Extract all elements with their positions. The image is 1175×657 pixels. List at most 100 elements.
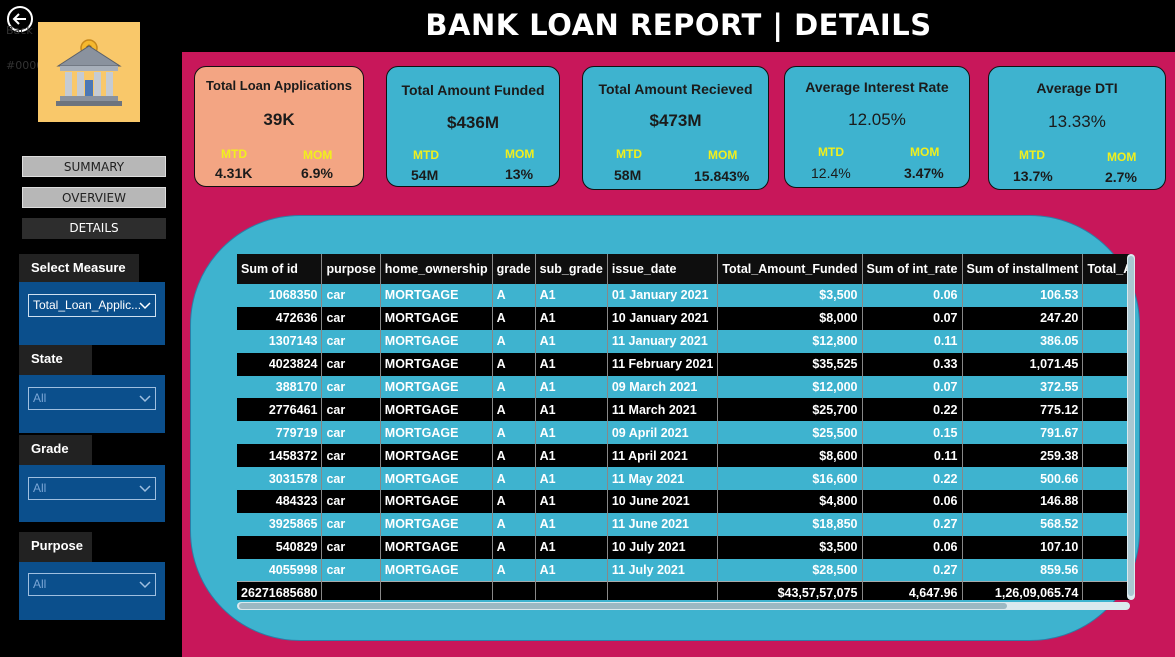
vertical-scrollbar[interactable] (1127, 254, 1135, 600)
table-cell: 791.67 (962, 421, 1084, 445)
table-cell: 0.11 (862, 329, 963, 353)
table-cell: car (321, 558, 381, 582)
measure-select[interactable]: Total_Loan_Applic... (28, 294, 156, 317)
table-cell (1082, 535, 1130, 559)
table-row[interactable]: 4023824 car MORTGAGE A A1 11 February 2021 $35… (237, 352, 1130, 376)
purpose-select[interactable]: All (28, 573, 156, 596)
page-title: BANK LOAN REPORT | DETAILS (425, 8, 932, 42)
kpi-mom-value: 13% (505, 166, 534, 182)
table-cell: 10 June 2021 (607, 490, 719, 513)
table-cell: MORTGAGE (380, 467, 493, 491)
table-cell: A (492, 535, 536, 559)
table-cell: A1 (535, 284, 608, 307)
table-cell: 568.52 (962, 512, 1084, 536)
column-header[interactable]: home_ownership (380, 254, 493, 284)
table-cell: car (321, 352, 381, 376)
kpi-mtd-value: 58M (614, 167, 642, 183)
table-cell: 106.53 (962, 284, 1084, 307)
table-row[interactable]: 3925865 car MORTGAGE A A1 11 June 2021 $18,850… (237, 512, 1130, 536)
table-cell: MORTGAGE (380, 284, 493, 307)
table-cell: 859.56 (962, 558, 1084, 582)
table-cell: 0.27 (862, 512, 963, 536)
table-cell: 11 May 2021 (607, 467, 719, 491)
kpi-mtd-value: 54M (411, 167, 439, 183)
table-cell (1082, 421, 1130, 445)
table-cell: 11 January 2021 (607, 329, 719, 353)
table-cell: $25,500 (717, 421, 863, 445)
table-cell (1082, 329, 1130, 353)
table-row[interactable]: 540829 car MORTGAGE A A1 10 July 2021 $3,500 0.… (237, 535, 1130, 559)
table-row[interactable]: 472636 car MORTGAGE A A1 10 January 2021 $8,00… (237, 306, 1130, 330)
column-header[interactable]: Total_A (1082, 254, 1130, 284)
table-row[interactable]: 2776461 car MORTGAGE A A1 11 March 2021 $25,70… (237, 398, 1130, 422)
table-cell (1082, 512, 1130, 536)
table-cell: 107.10 (962, 535, 1084, 559)
table-cell: MORTGAGE (380, 444, 493, 468)
column-header[interactable]: Sum of int_rate (862, 254, 963, 284)
table-cell (1082, 398, 1130, 422)
kpi-mtd-label: MTD (221, 147, 247, 161)
table-body: 1068350 car MORTGAGE A A1 01 January 2021 $3,5… (237, 284, 1130, 600)
table-cell: 1307143 (237, 329, 323, 353)
table-cell (1082, 558, 1130, 582)
horizontal-scrollbar[interactable] (237, 602, 1130, 610)
table-cell: 484323 (237, 490, 323, 513)
column-header[interactable]: Sum of id (237, 254, 323, 284)
nav-details-button[interactable]: DETAILS (22, 218, 166, 239)
table-total-row: 26271685680 $43,57,57,075 4,647.96 1,26,09,… (237, 581, 1130, 600)
table-cell: A (492, 490, 536, 513)
table-row[interactable]: 3031578 car MORTGAGE A A1 11 May 2021 $16,600 0… (237, 467, 1130, 491)
total-cell (1082, 581, 1130, 600)
table-cell: A1 (535, 306, 608, 330)
table-row[interactable]: 1458372 car MORTGAGE A A1 11 April 2021 $8,600… (237, 444, 1130, 468)
table-cell: 0.06 (862, 535, 963, 559)
table-cell: 11 April 2021 (607, 444, 719, 468)
table-cell: 1,071.45 (962, 352, 1084, 376)
table-cell: 540829 (237, 535, 323, 559)
column-header[interactable]: Total_Amount_Funded (717, 254, 863, 284)
column-header[interactable]: sub_grade (535, 254, 608, 284)
table-cell: A1 (535, 512, 608, 536)
chevron-down-icon (139, 395, 151, 403)
table-row[interactable]: 779719 car MORTGAGE A A1 09 April 2021 $25,500… (237, 421, 1130, 445)
table-cell: A (492, 467, 536, 491)
table-row[interactable]: 4055998 car MORTGAGE A A1 11 July 2021 $28,500… (237, 558, 1130, 582)
nav-overview-button[interactable]: OVERVIEW (22, 187, 166, 208)
table-cell: car (321, 398, 381, 422)
column-header[interactable]: Sum of installment (962, 254, 1084, 284)
vertical-scrollbar-thumb[interactable] (1128, 256, 1134, 596)
grade-select[interactable]: All (28, 477, 156, 500)
column-header[interactable]: purpose (321, 254, 381, 284)
table-cell: 10 July 2021 (607, 535, 719, 559)
table-cell: A1 (535, 558, 608, 582)
kpi-mom-value: 3.47% (904, 165, 944, 181)
horizontal-scrollbar-thumb[interactable] (239, 603, 1007, 609)
table-cell: 0.22 (862, 398, 963, 422)
table-cell: 09 March 2021 (607, 375, 719, 399)
table-cell: 1458372 (237, 444, 323, 468)
nav-summary-button[interactable]: SUMMARY (22, 156, 166, 177)
table-row[interactable]: 1068350 car MORTGAGE A A1 01 January 2021 $3,5… (237, 284, 1130, 307)
state-select[interactable]: All (28, 387, 156, 410)
kpi-title: Total Loan Applications (206, 78, 352, 93)
table-cell: A (492, 375, 536, 399)
back-hint: Back (6, 24, 33, 37)
chevron-down-icon (139, 581, 151, 589)
purpose-filter-label: Purpose (19, 532, 92, 562)
table-row[interactable]: 1307143 car MORTGAGE A A1 11 January 2021 $12,… (237, 329, 1130, 353)
table-cell: A (492, 558, 536, 582)
table-cell: 775.12 (962, 398, 1084, 422)
table-row[interactable]: 388170 car MORTGAGE A A1 09 March 2021 $12,000… (237, 375, 1130, 399)
table-cell: 01 January 2021 (607, 284, 719, 307)
kpi-card-average-dti: Average DTI 13.33% MTD MOM 13.7% 2.7% (988, 66, 1166, 190)
table-row[interactable]: 484323 car MORTGAGE A A1 10 June 2021 $4,800 0.… (237, 490, 1130, 513)
table-cell: MORTGAGE (380, 558, 493, 582)
table-cell: MORTGAGE (380, 375, 493, 399)
table-cell: 0.07 (862, 375, 963, 399)
table-cell: 3925865 (237, 512, 323, 536)
table-cell: 0.11 (862, 444, 963, 468)
table-cell: $8,000 (717, 306, 863, 330)
column-header[interactable]: grade (492, 254, 536, 284)
table-cell: A (492, 352, 536, 376)
column-header[interactable]: issue_date (607, 254, 719, 284)
